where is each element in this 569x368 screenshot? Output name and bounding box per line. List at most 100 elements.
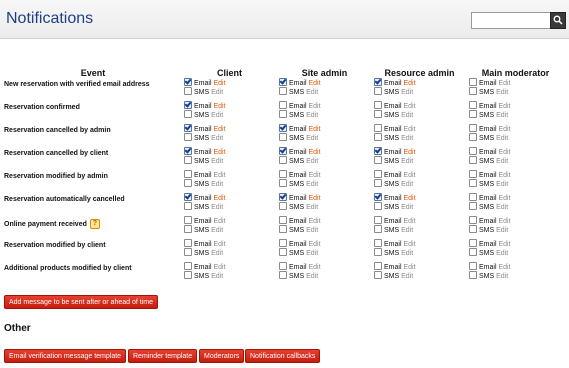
email-edit-link[interactable]: Edit xyxy=(308,195,320,202)
sms-edit-link[interactable]: Edit xyxy=(211,89,223,96)
sms-checkbox[interactable] xyxy=(184,179,192,188)
sms-checkbox[interactable] xyxy=(279,156,287,165)
sms-edit-link[interactable]: Edit xyxy=(401,89,413,96)
moderators-button[interactable]: Moderators xyxy=(199,349,245,363)
sms-edit-link[interactable]: Edit xyxy=(401,204,413,211)
sms-checkbox[interactable] xyxy=(184,110,192,119)
email-edit-link[interactable]: Edit xyxy=(403,103,415,110)
email-checkbox[interactable] xyxy=(469,170,477,179)
email-edit-link[interactable]: Edit xyxy=(213,149,225,156)
sms-edit-link[interactable]: Edit xyxy=(211,181,223,188)
sms-checkbox[interactable] xyxy=(469,179,477,188)
email-checkbox[interactable] xyxy=(374,239,382,248)
email-edit-link[interactable]: Edit xyxy=(213,241,225,248)
sms-edit-link[interactable]: Edit xyxy=(401,273,413,280)
email-checkbox[interactable] xyxy=(279,124,287,133)
email-checkbox[interactable] xyxy=(374,124,382,133)
sms-edit-link[interactable]: Edit xyxy=(496,250,508,257)
sms-checkbox[interactable] xyxy=(374,110,382,119)
sms-edit-link[interactable]: Edit xyxy=(306,112,318,119)
sms-edit-link[interactable]: Edit xyxy=(496,227,508,234)
email-checkbox[interactable] xyxy=(279,147,287,156)
sms-checkbox[interactable] xyxy=(279,87,287,96)
sms-edit-link[interactable]: Edit xyxy=(306,135,318,142)
sms-checkbox[interactable] xyxy=(279,271,287,280)
sms-checkbox[interactable] xyxy=(374,133,382,142)
email-edit-link[interactable]: Edit xyxy=(308,80,320,87)
email-edit-link[interactable]: Edit xyxy=(498,103,510,110)
sms-checkbox[interactable] xyxy=(279,225,287,234)
sms-edit-link[interactable]: Edit xyxy=(306,158,318,165)
sms-edit-link[interactable]: Edit xyxy=(211,227,223,234)
email-edit-link[interactable]: Edit xyxy=(498,80,510,87)
email-edit-link[interactable]: Edit xyxy=(213,103,225,110)
sms-checkbox[interactable] xyxy=(184,133,192,142)
sms-edit-link[interactable]: Edit xyxy=(306,227,318,234)
email-checkbox[interactable] xyxy=(279,78,287,87)
email-edit-link[interactable]: Edit xyxy=(213,126,225,133)
sms-edit-link[interactable]: Edit xyxy=(496,181,508,188)
sms-edit-link[interactable]: Edit xyxy=(306,273,318,280)
email-verification-template-button[interactable]: Email verification message template xyxy=(4,349,127,363)
reminder-template-button[interactable]: Reminder template xyxy=(128,349,198,363)
email-edit-link[interactable]: Edit xyxy=(403,80,415,87)
sms-checkbox[interactable] xyxy=(184,225,192,234)
email-edit-link[interactable]: Edit xyxy=(403,195,415,202)
sms-checkbox[interactable] xyxy=(469,110,477,119)
sms-checkbox[interactable] xyxy=(279,179,287,188)
email-edit-link[interactable]: Edit xyxy=(403,264,415,271)
sms-edit-link[interactable]: Edit xyxy=(306,204,318,211)
search-button[interactable] xyxy=(550,12,566,29)
sms-checkbox[interactable] xyxy=(279,202,287,211)
email-checkbox[interactable] xyxy=(374,262,382,271)
email-edit-link[interactable]: Edit xyxy=(403,172,415,179)
sms-edit-link[interactable]: Edit xyxy=(401,158,413,165)
email-edit-link[interactable]: Edit xyxy=(498,264,510,271)
email-edit-link[interactable]: Edit xyxy=(403,241,415,248)
email-edit-link[interactable]: Edit xyxy=(213,195,225,202)
sms-edit-link[interactable]: Edit xyxy=(211,158,223,165)
sms-edit-link[interactable]: Edit xyxy=(401,250,413,257)
email-checkbox[interactable] xyxy=(279,239,287,248)
sms-edit-link[interactable]: Edit xyxy=(496,112,508,119)
email-checkbox[interactable] xyxy=(184,78,192,87)
sms-edit-link[interactable]: Edit xyxy=(211,250,223,257)
sms-checkbox[interactable] xyxy=(469,133,477,142)
email-edit-link[interactable]: Edit xyxy=(213,80,225,87)
sms-edit-link[interactable]: Edit xyxy=(401,112,413,119)
sms-edit-link[interactable]: Edit xyxy=(496,204,508,211)
email-checkbox[interactable] xyxy=(279,262,287,271)
sms-edit-link[interactable]: Edit xyxy=(401,181,413,188)
email-checkbox[interactable] xyxy=(279,216,287,225)
sms-checkbox[interactable] xyxy=(279,133,287,142)
email-checkbox[interactable] xyxy=(279,193,287,202)
email-edit-link[interactable]: Edit xyxy=(308,149,320,156)
email-edit-link[interactable]: Edit xyxy=(498,126,510,133)
email-checkbox[interactable] xyxy=(184,193,192,202)
email-edit-link[interactable]: Edit xyxy=(213,264,225,271)
sms-edit-link[interactable]: Edit xyxy=(496,273,508,280)
email-checkbox[interactable] xyxy=(374,193,382,202)
email-edit-link[interactable]: Edit xyxy=(308,218,320,225)
sms-checkbox[interactable] xyxy=(374,156,382,165)
sms-edit-link[interactable]: Edit xyxy=(211,204,223,211)
sms-checkbox[interactable] xyxy=(469,156,477,165)
sms-edit-link[interactable]: Edit xyxy=(496,89,508,96)
sms-checkbox[interactable] xyxy=(469,225,477,234)
email-edit-link[interactable]: Edit xyxy=(498,241,510,248)
email-checkbox[interactable] xyxy=(374,78,382,87)
email-checkbox[interactable] xyxy=(184,239,192,248)
email-checkbox[interactable] xyxy=(184,216,192,225)
sms-checkbox[interactable] xyxy=(469,202,477,211)
sms-checkbox[interactable] xyxy=(374,202,382,211)
email-edit-link[interactable]: Edit xyxy=(498,195,510,202)
question-icon[interactable]: ? xyxy=(89,219,100,229)
email-edit-link[interactable]: Edit xyxy=(308,103,320,110)
sms-checkbox[interactable] xyxy=(279,110,287,119)
sms-edit-link[interactable]: Edit xyxy=(211,273,223,280)
sms-checkbox[interactable] xyxy=(469,271,477,280)
sms-checkbox[interactable] xyxy=(184,87,192,96)
notification-callbacks-button[interactable]: Notification callbacks xyxy=(245,349,321,363)
sms-edit-link[interactable]: Edit xyxy=(401,227,413,234)
email-edit-link[interactable]: Edit xyxy=(308,126,320,133)
